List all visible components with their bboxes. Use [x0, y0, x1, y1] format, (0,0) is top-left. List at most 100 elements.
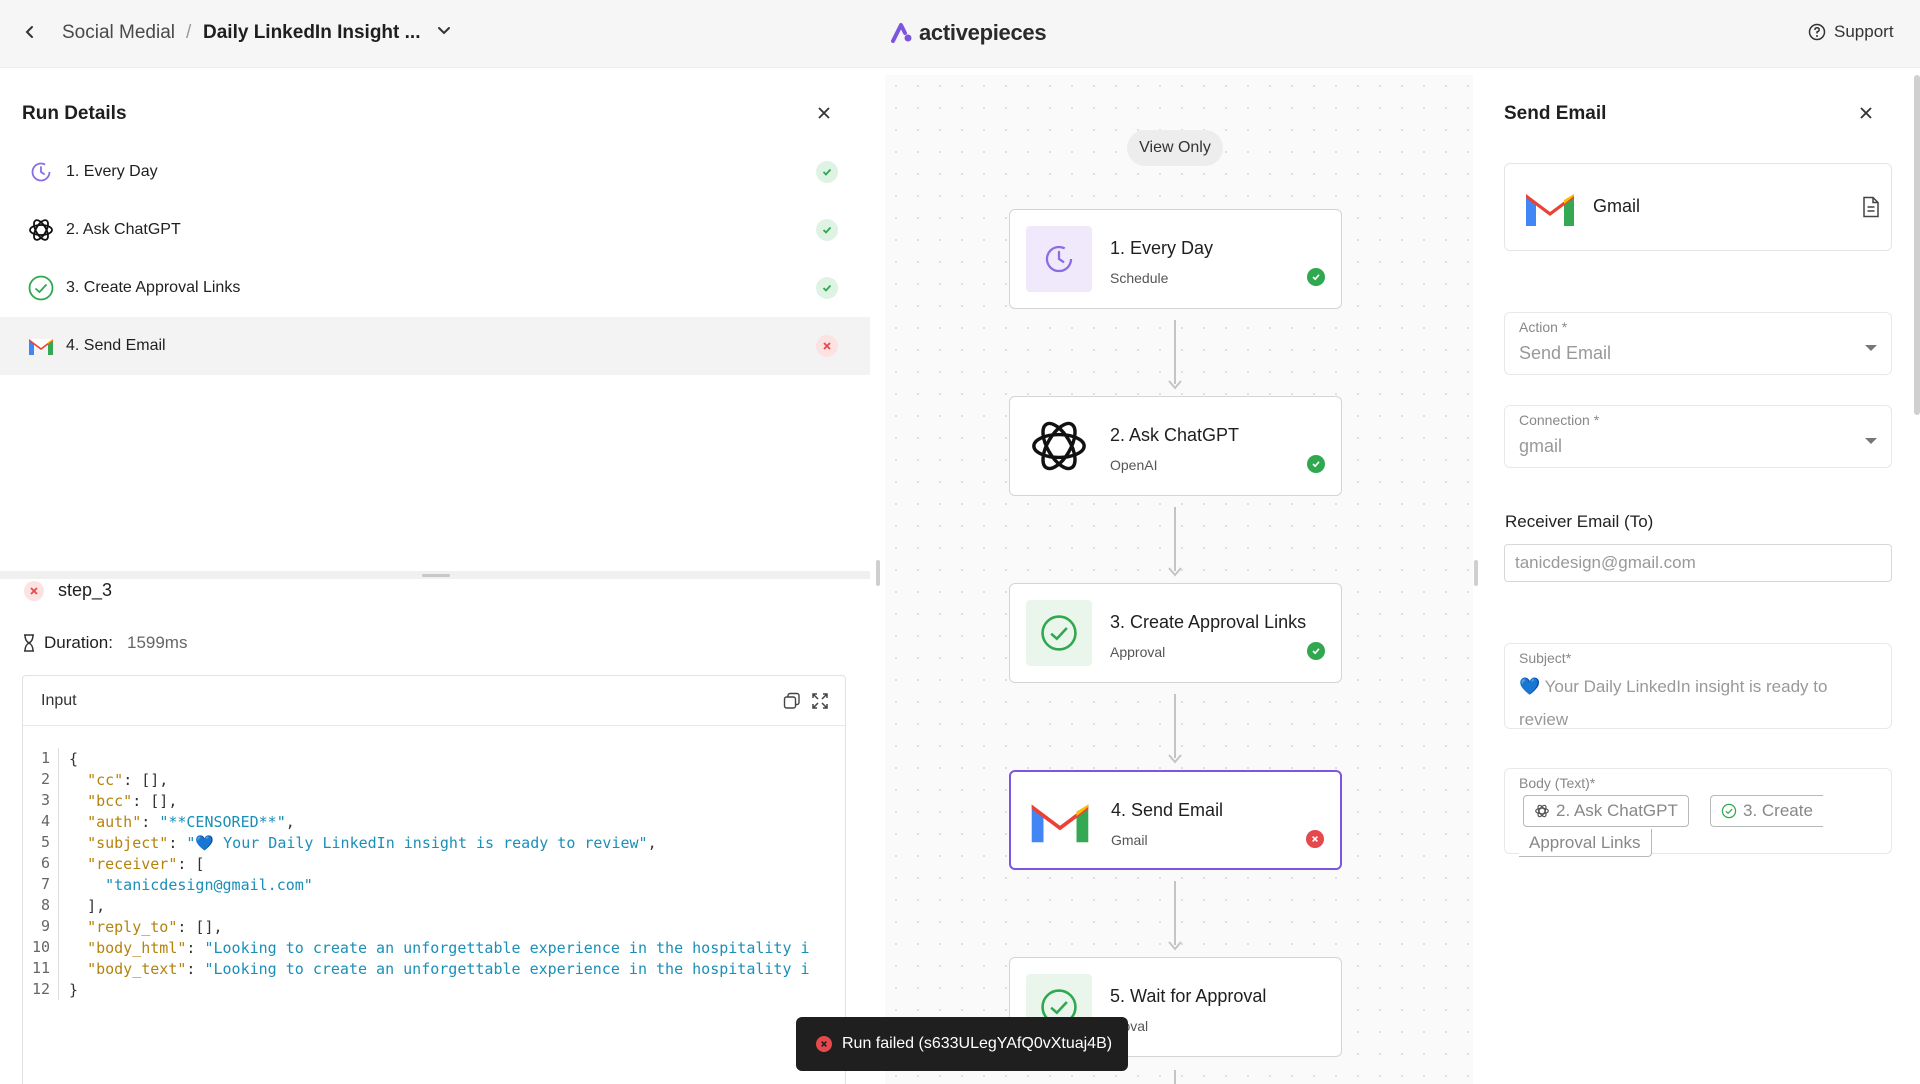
approval-check-circle-icon	[1721, 803, 1737, 819]
expand-icon[interactable]	[811, 692, 829, 710]
step-output-header: step_3	[24, 580, 112, 601]
piece-card: Gmail	[1504, 163, 1892, 251]
input-card: Input 1{ 2 "cc": [], 3 "bcc": [], 4 "aut…	[22, 675, 846, 1084]
duration-row: Duration: 1599ms	[22, 633, 187, 653]
chip-label: 2. Ask ChatGPT	[1556, 801, 1678, 820]
success-check-icon	[816, 277, 838, 299]
flow-title[interactable]: Daily LinkedIn Insight ...	[203, 22, 420, 44]
duration-value: 1599ms	[126, 633, 188, 652]
logo: activepieces	[891, 20, 1047, 46]
close-icon[interactable]	[1858, 105, 1876, 123]
run-step-label: 3. Create Approval Links	[66, 279, 241, 296]
run-details-title: Run Details	[22, 103, 127, 124]
toast-message: Run failed (s633ULegYAfQ0vXtuaj4B)	[842, 1035, 1113, 1052]
code-line: 4 "auth": "**CENSORED**",	[23, 811, 845, 832]
run-step-ask-chatgpt[interactable]: 2. Ask ChatGPT	[0, 201, 870, 259]
resize-handle[interactable]	[422, 574, 450, 577]
approval-check-circle-icon	[26, 273, 56, 303]
code-line: 8 ],	[23, 895, 845, 916]
close-icon[interactable]	[816, 105, 834, 123]
connector-line	[1174, 694, 1176, 758]
node-title: 3. Create Approval Links	[1110, 612, 1307, 632]
arrow-down-icon	[1168, 567, 1182, 577]
action-select[interactable]: Action * Send Email	[1504, 312, 1892, 375]
run-step-create-approval-links[interactable]: 3. Create Approval Links	[0, 259, 870, 317]
run-step-send-email[interactable]: 4. Send Email	[0, 317, 870, 375]
view-only-badge: View Only	[1127, 130, 1223, 166]
subject-field[interactable]: Subject* 💙 Your Daily LinkedIn insight i…	[1504, 643, 1892, 729]
body-chip-create-approval-links[interactable]: 3. Create	[1710, 795, 1823, 827]
gmail-icon	[1027, 788, 1093, 854]
step-settings-panel: Send Email Gmail Action * Send Email Con…	[1482, 75, 1920, 1084]
right-panel-scrollbar[interactable]	[1914, 75, 1920, 415]
body-chip-ask-chatgpt[interactable]: 2. Ask ChatGPT	[1523, 795, 1689, 827]
schedule-clock-icon	[1026, 226, 1092, 292]
run-steps-list: 1. Every Day 2. Ask ChatGPT 3. Create Ap…	[0, 143, 870, 375]
body-text-field[interactable]: Body (Text)* 2. Ask ChatGPT 3. Create Ap…	[1504, 768, 1892, 857]
activepieces-logo-icon	[891, 23, 912, 43]
code-line: 6 "receiver": [	[23, 853, 845, 874]
connection-label: Connection *	[1519, 412, 1600, 428]
code-line: 9 "reply_to": [],	[23, 916, 845, 937]
chevron-down-icon[interactable]	[436, 22, 454, 40]
chip-label: Approval Links	[1529, 832, 1641, 852]
run-details-panel: Run Details 1. Every Day 2. Ask ChatGPT	[0, 75, 870, 1084]
breadcrumb-parent[interactable]: Social Medial	[62, 22, 175, 44]
caret-down-icon	[1865, 345, 1877, 351]
copy-icon[interactable]	[783, 692, 801, 710]
gmail-icon	[26, 331, 56, 361]
step-settings-title: Send Email	[1504, 103, 1607, 124]
node-subtitle: OpenAI	[1110, 457, 1158, 473]
help-circle-icon	[1808, 23, 1826, 41]
connector-line	[1174, 1070, 1176, 1084]
splitter-handle-left[interactable]	[876, 560, 880, 586]
flow-node-every-day[interactable]: 1. Every Day Schedule	[1009, 209, 1342, 309]
flow-node-create-approval-links[interactable]: 3. Create Approval Links Approval	[1009, 583, 1342, 683]
node-title: 5. Wait for Approval	[1110, 986, 1267, 1006]
success-check-icon	[816, 219, 838, 241]
success-check-icon	[1307, 268, 1325, 286]
success-check-icon	[1307, 455, 1325, 473]
run-step-every-day[interactable]: 1. Every Day	[0, 143, 870, 201]
support-label: Support	[1834, 22, 1894, 41]
piece-name: Gmail	[1593, 196, 1641, 216]
code-line: 2 "cc": [],	[23, 769, 845, 790]
connection-select[interactable]: Connection * gmail	[1504, 405, 1892, 468]
arrow-down-icon	[1168, 754, 1182, 764]
error-x-icon	[816, 335, 838, 357]
hourglass-icon	[24, 634, 34, 652]
logo-text: activepieces	[919, 20, 1047, 45]
run-step-label: 1. Every Day	[66, 163, 158, 180]
body-chip-create-approval-links-cont[interactable]: Approval Links	[1519, 829, 1652, 857]
node-title: 2. Ask ChatGPT	[1110, 425, 1240, 445]
flow-node-ask-chatgpt[interactable]: 2. Ask ChatGPT OpenAI	[1009, 396, 1342, 496]
node-subtitle: Schedule	[1110, 270, 1169, 286]
action-value: Send Email	[1519, 343, 1612, 363]
code-line: 3 "bcc": [],	[23, 790, 845, 811]
back-arrow-icon[interactable]	[18, 20, 42, 44]
action-label: Action *	[1519, 319, 1568, 335]
node-subtitle: Gmail	[1111, 832, 1148, 848]
error-x-icon	[1306, 830, 1324, 848]
receiver-email-value: tanicdesign@gmail.com	[1515, 553, 1696, 572]
node-title: 4. Send Email	[1111, 800, 1224, 820]
openai-icon	[1026, 413, 1092, 479]
document-icon[interactable]	[1861, 196, 1881, 218]
support-link[interactable]: Support	[1808, 22, 1894, 42]
node-title: 1. Every Day	[1110, 238, 1214, 258]
code-viewer[interactable]: 1{ 2 "cc": [], 3 "bcc": [], 4 "auth": "*…	[23, 748, 845, 1000]
chip-label: 3. Create	[1743, 801, 1813, 820]
schedule-clock-icon	[26, 157, 56, 187]
arrow-down-icon	[1168, 380, 1182, 390]
connection-value: gmail	[1519, 436, 1563, 456]
run-step-label: 2. Ask ChatGPT	[66, 221, 181, 238]
receiver-email-input[interactable]: tanicdesign@gmail.com	[1504, 544, 1892, 582]
code-line: 12}	[23, 979, 845, 1000]
breadcrumb-separator: /	[186, 22, 192, 43]
connector-line	[1174, 507, 1176, 571]
openai-icon	[26, 215, 56, 245]
splitter-handle-right[interactable]	[1474, 560, 1478, 586]
code-line: 1{	[23, 748, 845, 769]
flow-node-send-email[interactable]: 4. Send Email Gmail	[1009, 770, 1342, 870]
body-text-label: Body (Text)*	[1519, 775, 1596, 791]
